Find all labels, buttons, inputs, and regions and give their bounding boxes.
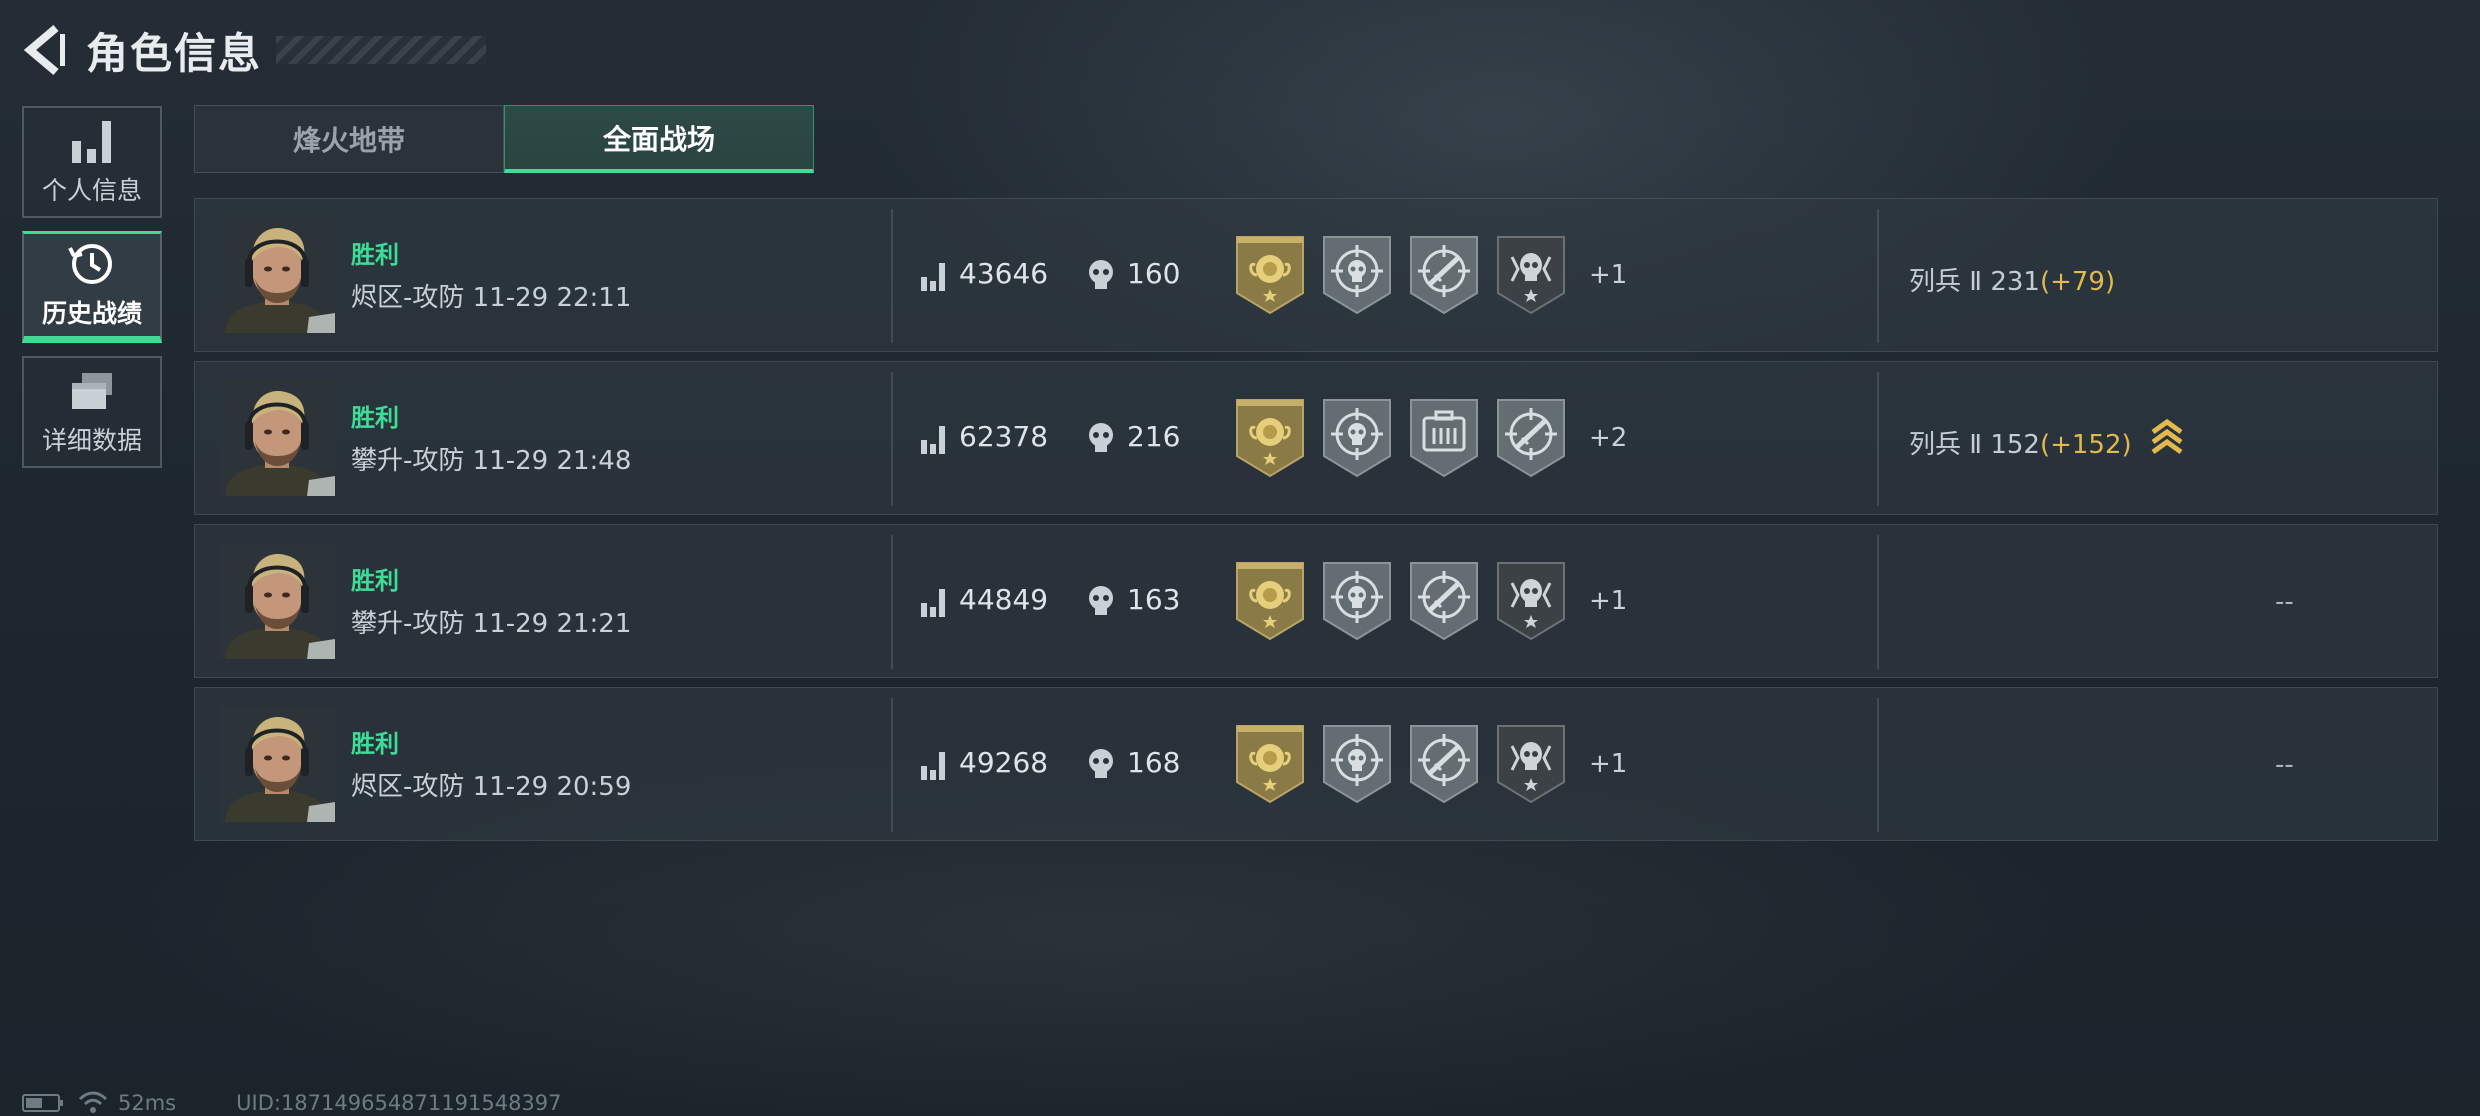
uid-text: UID:1871496548711915483​97 (236, 1091, 562, 1115)
skull-icon (1089, 423, 1113, 452)
divider (1877, 698, 1879, 832)
more-badges-count[interactable]: +2 (1589, 423, 1627, 453)
crosshair-rifle-badge-icon[interactable] (1409, 561, 1479, 641)
match-score: 43646 (959, 257, 1049, 290)
more-badges-count[interactable]: +1 (1589, 260, 1627, 290)
back-arrow-icon[interactable] (22, 24, 66, 76)
badge-list: +1 (1235, 235, 1627, 315)
cards-icon (72, 373, 112, 409)
sidebar-item-detailed-data[interactable]: 详细数据 (22, 356, 162, 468)
latency-text: 52ms (118, 1091, 177, 1115)
match-mode-time: 烬区-攻防 11-29 20:59 (351, 772, 632, 802)
rank-label: 列兵 Ⅱ 231 (1909, 267, 2040, 297)
sidebar-item-personal-info[interactable]: 个人信息 (22, 106, 162, 218)
badge-list: +2 (1235, 398, 1627, 478)
more-badges-count[interactable]: +1 (1589, 749, 1627, 779)
match-kills: 160 (1127, 257, 1181, 290)
crosshair-rifle-badge-icon[interactable] (1409, 724, 1479, 804)
rank-gain: (+152) (2039, 430, 2132, 460)
history-clock-icon (68, 244, 112, 284)
divider (1877, 535, 1879, 669)
rank-up-chevron-icon (2151, 418, 2183, 455)
skull-icon (1089, 260, 1113, 289)
divider (891, 535, 893, 669)
header: 角色信息 (22, 22, 487, 78)
match-result: 胜利 (351, 241, 399, 269)
score-bar-icon (921, 263, 945, 291)
rank-label: 列兵 Ⅱ 152 (1909, 430, 2040, 460)
divider (891, 698, 893, 832)
page-title: 角色信息 (86, 28, 263, 78)
match-result: 胜利 (351, 730, 399, 758)
tab-full-battlefield[interactable]: 全面战场 (504, 105, 814, 173)
dark-skull-badge-icon[interactable] (1496, 561, 1566, 641)
sidebar-item-history[interactable]: 历史战绩 (22, 231, 162, 343)
match-row[interactable]: 胜利 攀升-攻防 11-29 21:48 62378 216 +2 列兵 Ⅱ 1… (194, 361, 2438, 515)
match-row[interactable]: 胜利 烬区-攻防 11-29 20:59 49268 168 +1 -- (194, 687, 2438, 841)
bar-chart-icon (72, 121, 111, 163)
dark-skull-badge-icon[interactable] (1496, 724, 1566, 804)
rank-empty: -- (2275, 587, 2294, 617)
battery-icon (22, 1094, 63, 1112)
sidebar-item-label: 历史战绩 (41, 299, 142, 328)
divider (1877, 372, 1879, 506)
skull-icon (1089, 749, 1113, 778)
match-result: 胜利 (351, 404, 399, 432)
match-history-list: 胜利 烬区-攻防 11-29 22:11 43646 160 +1 列兵 Ⅱ 2… (194, 198, 2438, 850)
rank-progress: 列兵 Ⅱ 152(+152) (1909, 424, 2132, 461)
more-badges-count[interactable]: +1 (1589, 586, 1627, 616)
badge-list: +1 (1235, 724, 1627, 804)
badge-list: +1 (1235, 561, 1627, 641)
gold-rose-badge-icon[interactable] (1235, 724, 1305, 804)
crosshair-rifle-badge-icon[interactable] (1409, 235, 1479, 315)
gold-rose-badge-icon[interactable] (1235, 561, 1305, 641)
match-row[interactable]: 胜利 烬区-攻防 11-29 22:11 43646 160 +1 列兵 Ⅱ 2… (194, 198, 2438, 352)
match-mode-time: 攀升-攻防 11-29 21:48 (351, 446, 632, 476)
status-bar: 52ms UID:1871496548711915483​97 (22, 1090, 562, 1116)
supply-box-badge-icon[interactable] (1409, 398, 1479, 478)
score-bar-icon (921, 589, 945, 617)
divider (891, 372, 893, 506)
avatar (219, 543, 335, 659)
divider (1877, 209, 1879, 343)
rank-progress: 列兵 Ⅱ 231(+79) (1909, 261, 2115, 298)
wifi-icon (78, 1091, 108, 1113)
match-score: 49268 (959, 746, 1049, 779)
skull-icon (1089, 586, 1113, 615)
match-mode-time: 攀升-攻防 11-29 21:21 (351, 609, 632, 639)
avatar (219, 380, 335, 496)
sidebar-item-label: 详细数据 (41, 426, 142, 455)
mode-tabs: 烽火地带 全面战场 (194, 105, 814, 173)
dark-skull-badge-icon[interactable] (1496, 235, 1566, 315)
gold-rose-badge-icon[interactable] (1235, 235, 1305, 315)
match-result: 胜利 (351, 567, 399, 595)
crosshair-skull-badge-icon[interactable] (1322, 724, 1392, 804)
match-mode-time: 烬区-攻防 11-29 22:11 (351, 283, 632, 313)
score-bar-icon (921, 752, 945, 780)
match-score: 44849 (959, 583, 1049, 616)
match-kills: 163 (1127, 583, 1181, 616)
score-bar-icon (921, 426, 945, 454)
rank-empty: -- (2275, 750, 2294, 780)
title-decoration (276, 36, 487, 64)
tab-warzone[interactable]: 烽火地带 (194, 105, 504, 173)
avatar (219, 217, 335, 333)
gold-rose-badge-icon[interactable] (1235, 398, 1305, 478)
match-kills: 168 (1127, 746, 1181, 779)
crosshair-rifle-badge-icon[interactable] (1496, 398, 1566, 478)
crosshair-skull-badge-icon[interactable] (1322, 235, 1392, 315)
match-row[interactable]: 胜利 攀升-攻防 11-29 21:21 44849 163 +1 -- (194, 524, 2438, 678)
rank-gain: (+79) (2039, 267, 2116, 297)
avatar (219, 706, 335, 822)
match-score: 62378 (959, 420, 1049, 453)
sidebar-item-label: 个人信息 (41, 176, 142, 205)
divider (891, 209, 893, 343)
crosshair-skull-badge-icon[interactable] (1322, 398, 1392, 478)
match-kills: 216 (1127, 420, 1181, 453)
crosshair-skull-badge-icon[interactable] (1322, 561, 1392, 641)
